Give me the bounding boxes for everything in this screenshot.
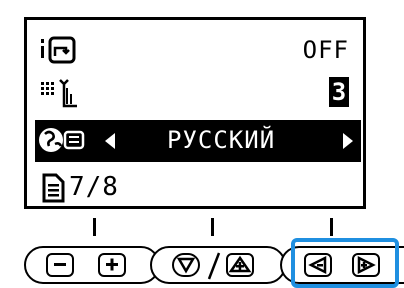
plus-icon	[106, 258, 118, 271]
language-value: РУССКИЙ	[167, 126, 276, 154]
triangle-plus-icon	[228, 255, 252, 273]
page-icon	[42, 173, 65, 203]
triangle-down-icon	[176, 257, 196, 274]
thread-cutter-value: OFF	[302, 36, 349, 64]
page-indicator-row: 7/8	[39, 170, 357, 207]
plus-button[interactable]	[98, 253, 126, 277]
tick-mark	[211, 218, 214, 236]
language-prev-arrow	[105, 133, 115, 149]
lcd-settings-screen: OFF 3 РУССКИЙ 7/8	[24, 17, 366, 209]
setting-row-language[interactable]: РУССКИЙ	[35, 120, 361, 162]
slash-separator	[207, 252, 221, 280]
down-triangle-button[interactable]	[172, 253, 200, 277]
thread-cutter-icon	[41, 36, 76, 64]
language-globe-icon	[39, 128, 85, 152]
tick-mark	[93, 218, 96, 236]
setting-row-presser-pressure: 3	[39, 74, 357, 111]
tick-mark	[330, 218, 333, 236]
minus-button[interactable]	[46, 253, 74, 277]
highlight-box	[291, 238, 399, 288]
setting-row-thread-cutter: OFF	[39, 32, 357, 69]
down-plus-button-group	[150, 246, 286, 284]
presser-pressure-value: 3	[329, 77, 349, 107]
page-number: 7/8	[69, 172, 119, 202]
plus-triangle-button[interactable]	[226, 253, 254, 277]
minus-icon	[54, 263, 66, 266]
language-next-arrow	[343, 133, 353, 149]
presser-foot-pressure-icon	[41, 79, 77, 108]
minus-plus-button-group	[24, 246, 160, 284]
